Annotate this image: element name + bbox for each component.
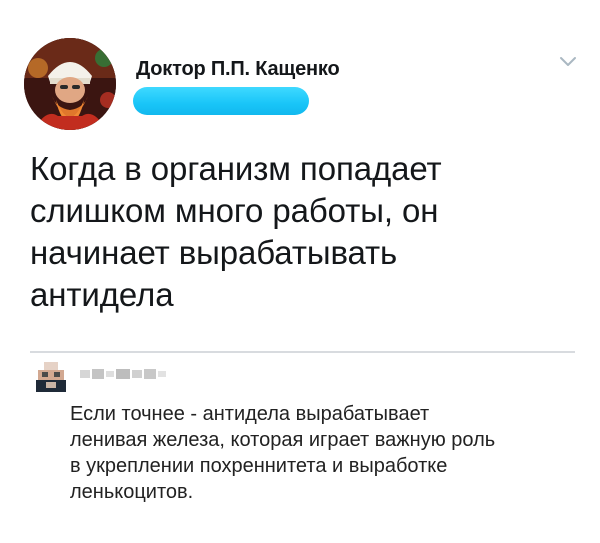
- reply-text-line: Если точнее - антидела вырабатывает: [70, 403, 430, 425]
- author-name[interactable]: Доктор П.П. Кащенко: [136, 58, 340, 81]
- tweet-text-line: антидела: [30, 276, 174, 313]
- reply-text: Если точнее - антидела вырабатывает лени…: [70, 401, 590, 505]
- handle-redaction: [133, 87, 309, 115]
- tweet-text-line: начинает вырабатывать: [30, 234, 398, 271]
- author-avatar[interactable]: [24, 38, 116, 130]
- divider: [30, 351, 575, 353]
- reply-text-line: ленькоцитов.: [70, 481, 194, 503]
- reply-text-line: ленивая железа, которая играет важную ро…: [70, 429, 496, 451]
- reply-avatar[interactable]: [32, 362, 72, 392]
- tweet-text-line: слишком много работы, он: [30, 192, 439, 229]
- tweet-text-line: Когда в организм попадает: [30, 150, 442, 187]
- tweet-text: Когда в организм попадает слишком много …: [30, 148, 570, 316]
- chevron-down-icon[interactable]: [558, 54, 578, 68]
- reply-author-name-redacted: [80, 367, 168, 381]
- reply-text-line: в укреплении похреннитета и выработке: [70, 455, 448, 477]
- tweet-header: Доктор П.П. Кащенко: [24, 38, 584, 134]
